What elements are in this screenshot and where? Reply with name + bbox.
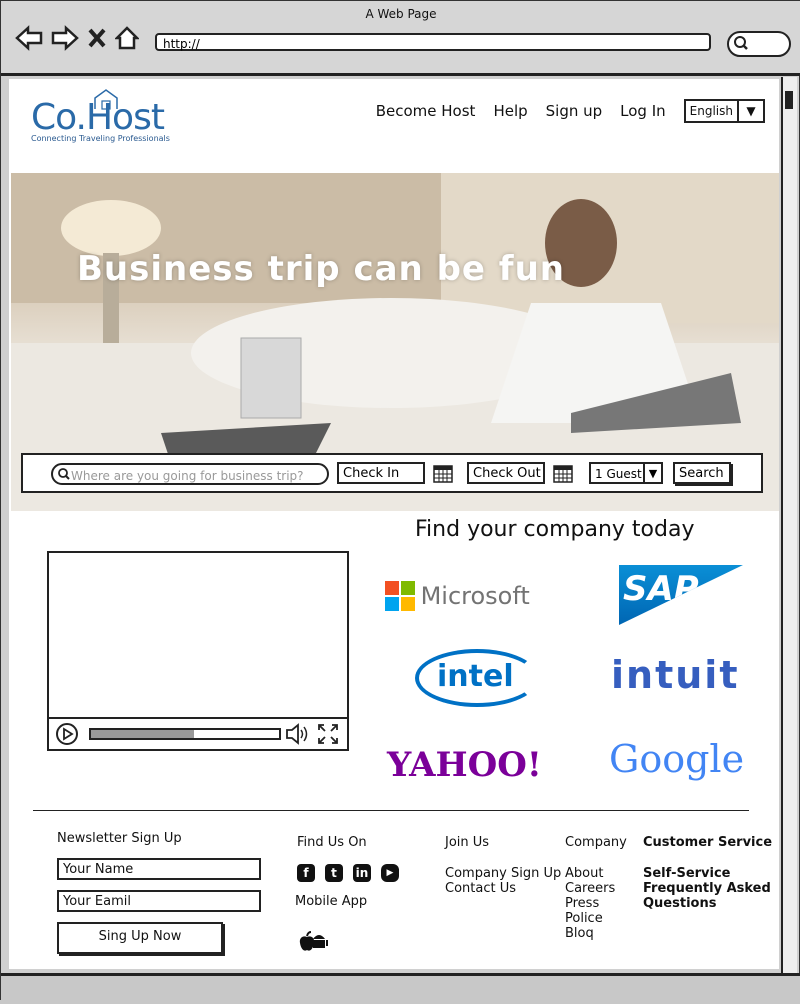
blog-link[interactable]: Bloq	[565, 926, 627, 941]
customer-service-section: Customer Service Self-Service Frequently…	[643, 835, 773, 911]
careers-link[interactable]: Careers	[565, 881, 627, 896]
hero-headline: Business trip can be fun	[77, 249, 566, 289]
google-name: Google	[609, 737, 745, 781]
search-icon	[734, 36, 748, 50]
browser-window: A Web Page http:// Co.Host Connecting Tr…	[0, 0, 800, 1004]
check-in-field[interactable]: Check In	[337, 462, 425, 484]
video-controls	[49, 717, 347, 749]
help-link[interactable]: Help	[493, 102, 527, 120]
close-icon[interactable]	[87, 25, 107, 51]
browser-search[interactable]	[727, 31, 791, 57]
email-input[interactable]: Your Eamil	[57, 890, 261, 912]
intuit-name: intuit	[611, 653, 740, 697]
nav-buttons	[15, 25, 139, 51]
video-player[interactable]	[47, 551, 349, 751]
mobile-app-label: Mobile App	[295, 894, 368, 909]
company-section: Company About Careers Press Police Bloq	[565, 835, 627, 941]
facebook-icon[interactable]: f	[297, 864, 315, 882]
press-link[interactable]: Press	[565, 896, 627, 911]
search-button[interactable]: Search	[673, 462, 731, 484]
check-out-field[interactable]: Check Out	[467, 462, 545, 484]
intel-name: intel	[437, 659, 514, 694]
intel-logo[interactable]: intel	[415, 649, 539, 707]
home-icon[interactable]	[115, 25, 139, 51]
trip-search-bar: Where are you going for business trip? C…	[21, 453, 763, 493]
calendar-icon[interactable]	[433, 463, 453, 483]
microsoft-logo[interactable]: Microsoft	[385, 581, 530, 611]
find-us-section: Find Us On f t in ▶ Mobile App	[295, 835, 409, 953]
guests-value: 1 Guest	[595, 467, 642, 481]
yahoo-name: YAHOO!	[387, 745, 542, 785]
apple-logo-icon[interactable]	[297, 931, 317, 953]
join-us-title: Join Us	[445, 835, 490, 850]
forward-icon[interactable]	[51, 25, 79, 51]
language-value: English	[689, 104, 733, 118]
video-progress-bar[interactable]	[89, 728, 281, 740]
contact-us-link[interactable]: Contact Us	[445, 881, 561, 896]
scrollbar-thumb[interactable]	[785, 91, 793, 109]
companies-title: Find your company today	[415, 517, 695, 542]
customer-service-title: Customer Service	[643, 835, 773, 850]
join-us-section: Join Us Company Sign Up Contact Us	[445, 835, 561, 896]
faq-link[interactable]: Frequently Asked Questions	[643, 881, 773, 911]
window-title: A Web Page	[365, 7, 437, 21]
twitter-icon[interactable]: t	[325, 864, 343, 882]
search-icon	[58, 468, 70, 480]
youtube-icon[interactable]: ▶	[381, 864, 399, 882]
fullscreen-icon[interactable]	[317, 723, 339, 745]
name-input[interactable]: Your Name	[57, 858, 261, 880]
sign-up-link[interactable]: Sign up	[546, 102, 603, 120]
sap-logo[interactable]: SAP	[619, 565, 743, 625]
log-in-link[interactable]: Log In	[620, 102, 666, 120]
find-us-title: Find Us On	[297, 835, 367, 850]
chevron-down-icon: ▼	[643, 464, 661, 482]
volume-icon[interactable]	[285, 722, 311, 746]
top-nav: Become Host Help Sign up Log In English …	[376, 99, 765, 123]
intuit-logo[interactable]: intuit	[611, 653, 740, 697]
chevron-down-icon: ▼	[737, 101, 763, 121]
yahoo-logo[interactable]: YAHOO!	[387, 745, 542, 785]
play-icon[interactable]	[55, 722, 79, 746]
newsletter-section: Newsletter Sign Up Your Name Your Eamil …	[57, 831, 261, 954]
calendar-icon[interactable]	[553, 463, 573, 483]
vertical-scrollbar[interactable]	[781, 77, 797, 973]
become-host-link[interactable]: Become Host	[376, 102, 476, 120]
back-icon[interactable]	[15, 25, 43, 51]
company-title: Company	[565, 835, 627, 850]
destination-input[interactable]: Where are you going for business trip?	[51, 463, 329, 485]
bottom-bar	[1, 973, 800, 1004]
brand-logo[interactable]: Co.Host Connecting Traveling Professiona…	[31, 89, 170, 143]
page-viewport: Co.Host Connecting Traveling Professiona…	[9, 79, 779, 969]
browser-toolbar: A Web Page http://	[1, 1, 800, 76]
newsletter-signup-button[interactable]: Sing Up Now	[57, 922, 223, 954]
police-link[interactable]: Police	[565, 911, 627, 926]
sap-name: SAP	[623, 569, 699, 609]
google-logo[interactable]: Google	[609, 737, 744, 781]
footer-divider	[33, 810, 749, 811]
house-icon	[94, 89, 118, 110]
brand-tagline: Connecting Traveling Professionals	[31, 134, 170, 143]
windows-icon	[385, 581, 415, 611]
company-signup-link[interactable]: Company Sign Up	[445, 866, 561, 881]
hero-banner: Business trip can be fun Where are you g…	[11, 173, 779, 511]
linkedin-icon[interactable]: in	[353, 864, 371, 882]
microsoft-name: Microsoft	[420, 582, 530, 610]
language-select[interactable]: English ▼	[683, 99, 765, 123]
self-service-link[interactable]: Self-Service	[643, 866, 773, 881]
address-bar[interactable]: http://	[155, 33, 711, 51]
about-link[interactable]: About	[565, 866, 627, 881]
social-icons: f t in ▶	[297, 864, 409, 882]
company-logos: Microsoft SAP intel intuit YAHOO! Google	[373, 559, 777, 819]
newsletter-title: Newsletter Sign Up	[57, 831, 182, 846]
guests-select[interactable]: 1 Guest ▼	[589, 462, 663, 484]
